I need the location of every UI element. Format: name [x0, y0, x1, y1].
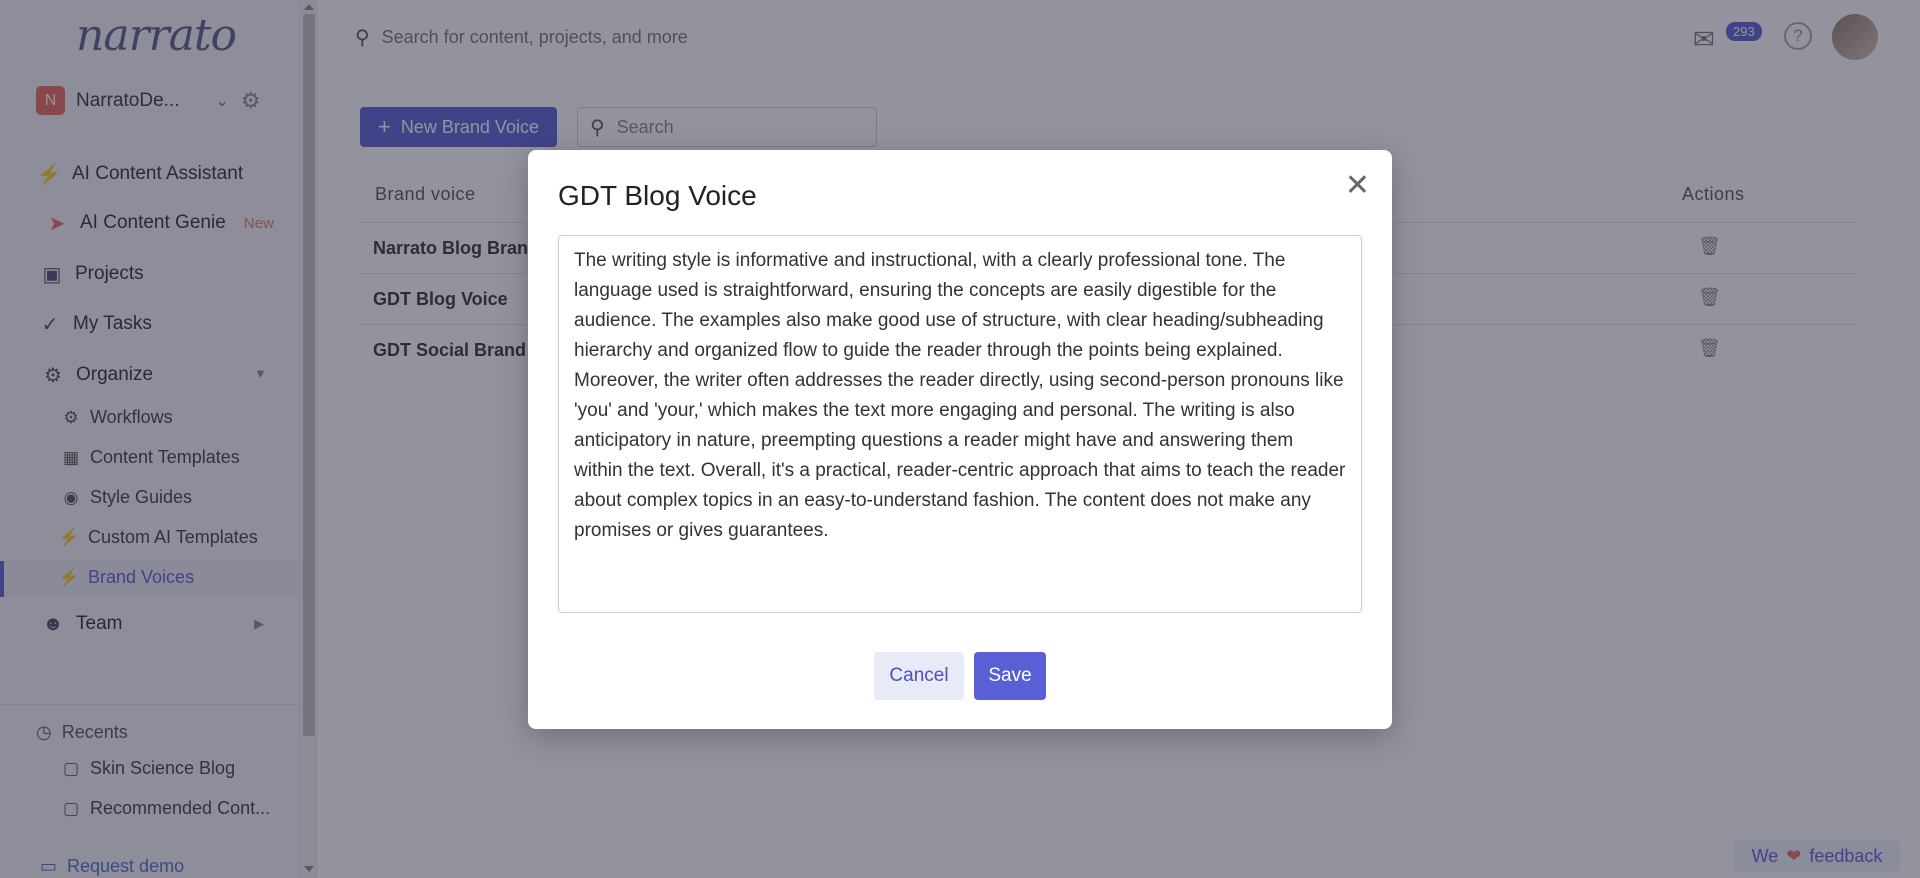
- save-button[interactable]: Save: [974, 652, 1046, 700]
- cancel-button[interactable]: Cancel: [874, 652, 964, 700]
- brand-voice-textarea[interactable]: The writing style is informative and ins…: [558, 235, 1362, 613]
- close-icon[interactable]: ✕: [1345, 168, 1370, 203]
- brand-voice-modal: GDT Blog Voice ✕ The writing style is in…: [528, 150, 1392, 729]
- modal-title: GDT Blog Voice: [558, 180, 757, 211]
